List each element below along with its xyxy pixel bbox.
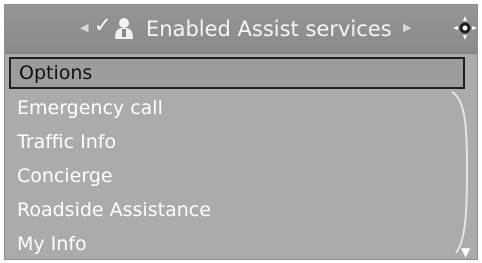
menu-item-traffic-info[interactable]: Traffic Info	[17, 126, 116, 158]
menu-item-options[interactable]: Options	[9, 57, 465, 89]
scroll-down-arrow-icon[interactable]: ▼	[461, 246, 470, 258]
menu-item-roadside-assistance[interactable]: Roadside Assistance	[17, 194, 211, 226]
scrollbar[interactable]	[450, 90, 472, 255]
assist-services-screen: ◀ ✓ Enabled Assist services ▶ Options Em…	[4, 4, 478, 260]
menu-item-my-info[interactable]: My Info	[17, 228, 87, 259]
checkmark-icon: ✓	[94, 13, 112, 37]
assist-person-icon	[115, 18, 133, 39]
menu-item-concierge[interactable]: Concierge	[17, 160, 113, 192]
triangle-right-icon[interactable]: ▶	[403, 22, 411, 33]
menu-item-emergency-call[interactable]: Emergency call	[17, 92, 163, 124]
header-bar: ◀ ✓ Enabled Assist services ▶	[5, 5, 477, 54]
page-title: Enabled Assist services	[146, 17, 392, 41]
triangle-left-icon[interactable]: ◀	[80, 22, 88, 33]
controller-icon[interactable]	[452, 15, 478, 41]
